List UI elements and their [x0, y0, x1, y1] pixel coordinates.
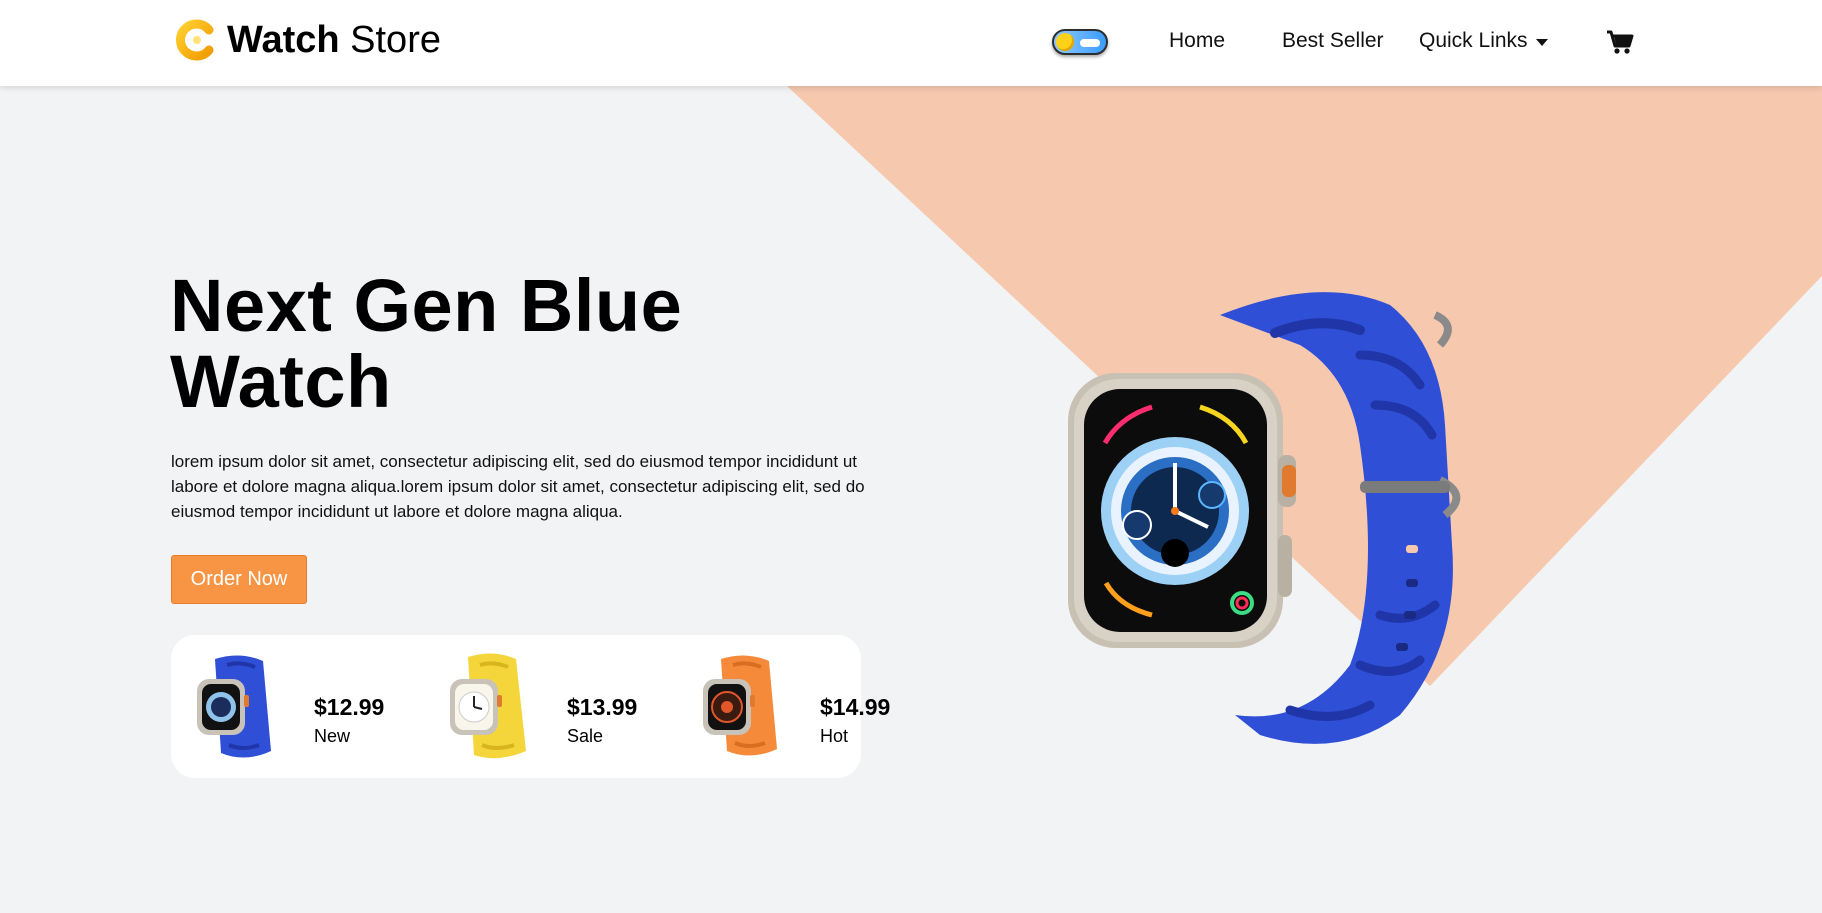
nav-quick-links[interactable]: Quick Links	[1419, 28, 1548, 54]
product-price: $14.99	[820, 694, 891, 720]
nav-quick-links-label: Quick Links	[1419, 29, 1528, 52]
product-tag: Sale	[567, 726, 604, 746]
product-item-blue[interactable]: $12.99 New	[185, 649, 425, 765]
product-price: $13.99	[567, 694, 638, 720]
product-card: $12.99 New $13.99 Sale $14.99 Hot	[171, 635, 890, 778]
logo-icon	[176, 19, 214, 61]
theme-toggle[interactable]	[1052, 29, 1108, 55]
brand-name: Watch Store	[227, 18, 441, 62]
caret-down-icon	[1535, 38, 1548, 46]
brand-name-light: Store	[350, 19, 441, 61]
product-tag: Hot	[820, 726, 849, 746]
product-price: $12.99	[314, 694, 385, 720]
hero-description: lorem ipsum dolor sit amet, consectetur …	[171, 452, 865, 521]
product-item-yellow[interactable]: $13.99 Sale	[438, 649, 678, 765]
hero-watch-image	[1068, 292, 1461, 744]
product-tag: New	[314, 726, 351, 746]
product-item-orange[interactable]: $14.99 Hot	[691, 649, 931, 765]
hero-title: Next Gen Blue Watch	[170, 264, 683, 423]
nav-best-seller[interactable]: Best Seller	[1282, 28, 1384, 54]
site-header: Watch Store Home Best Seller Quick Links	[0, 0, 1822, 86]
brand-name-bold: Watch	[227, 19, 340, 61]
yellow-watch-thumbnail	[450, 653, 526, 759]
order-now-button[interactable]: Order Now	[171, 555, 307, 604]
blue-watch-thumbnail	[197, 655, 271, 758]
sun-icon	[1056, 33, 1074, 51]
cloud-icon	[1080, 39, 1100, 47]
cart-icon[interactable]	[1606, 29, 1634, 55]
orange-watch-thumbnail	[703, 655, 777, 756]
nav-home[interactable]: Home	[1169, 28, 1225, 54]
brand-logo[interactable]: Watch Store	[175, 18, 441, 62]
